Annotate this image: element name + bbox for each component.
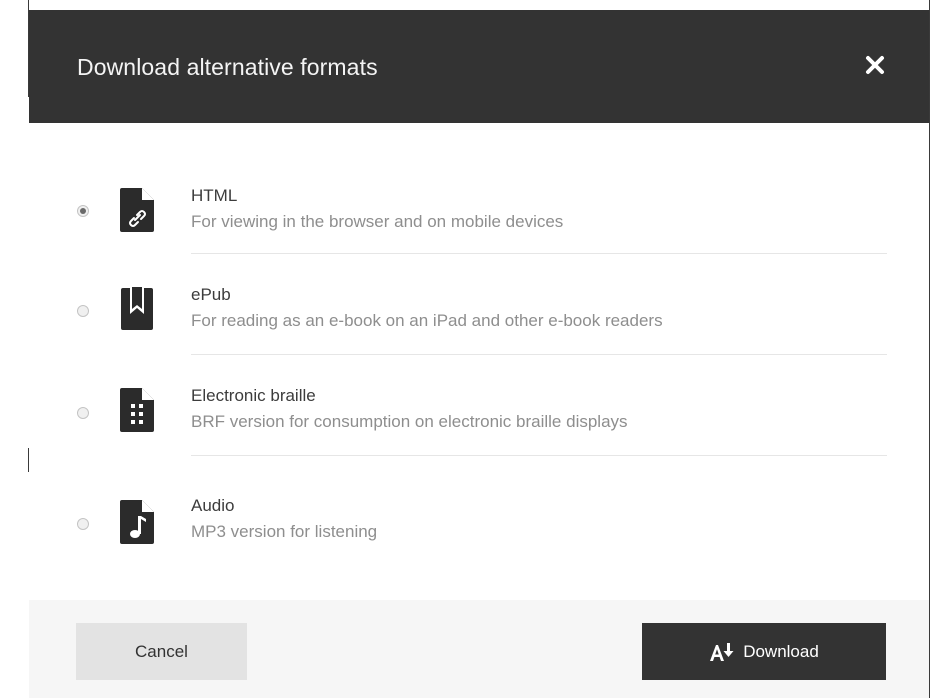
option-description: For reading as an e-book on an iPad and … bbox=[191, 311, 663, 330]
format-option-braille[interactable]: Electronic braille BRF version for consu… bbox=[29, 355, 929, 455]
option-description: MP3 version for listening bbox=[191, 522, 378, 541]
download-formats-dialog: Download alternative formats HTML For vi… bbox=[29, 10, 929, 698]
download-format-icon bbox=[710, 642, 734, 661]
file-music-icon bbox=[120, 500, 154, 544]
close-icon bbox=[866, 56, 884, 74]
radio-epub[interactable] bbox=[77, 305, 89, 317]
page: Download alternative formats HTML For vi… bbox=[0, 0, 936, 698]
radio-html[interactable] bbox=[77, 205, 89, 217]
option-description: BRF version for consumption on electroni… bbox=[191, 412, 628, 431]
format-option-epub[interactable]: ePub For reading as an e-book on an iPad… bbox=[29, 254, 929, 354]
book-bookmark-icon bbox=[121, 287, 153, 330]
option-title: HTML bbox=[191, 186, 238, 205]
format-option-audio[interactable]: Audio MP3 version for listening bbox=[29, 456, 929, 556]
close-button[interactable] bbox=[855, 50, 895, 80]
cancel-button[interactable]: Cancel bbox=[76, 623, 247, 680]
file-link-icon bbox=[120, 188, 154, 232]
background-overlay-left bbox=[0, 0, 29, 698]
download-label: Download bbox=[743, 641, 819, 661]
option-title: Electronic braille bbox=[191, 386, 316, 405]
dialog-header: Download alternative formats bbox=[29, 10, 929, 123]
format-option-html[interactable]: HTML For viewing in the browser and on m… bbox=[29, 153, 929, 253]
option-title: Audio bbox=[191, 496, 235, 515]
file-braille-icon bbox=[120, 388, 154, 432]
download-button[interactable]: Download bbox=[642, 623, 886, 680]
background-window-edge bbox=[929, 0, 930, 698]
option-title: ePub bbox=[191, 285, 231, 304]
option-description: For viewing in the browser and on mobile… bbox=[191, 212, 564, 231]
radio-braille[interactable] bbox=[77, 407, 89, 419]
dialog-footer: Cancel Download bbox=[29, 600, 929, 698]
radio-audio[interactable] bbox=[77, 518, 89, 530]
background-overlay-right bbox=[929, 0, 936, 698]
dialog-title: Download alternative formats bbox=[77, 54, 378, 80]
